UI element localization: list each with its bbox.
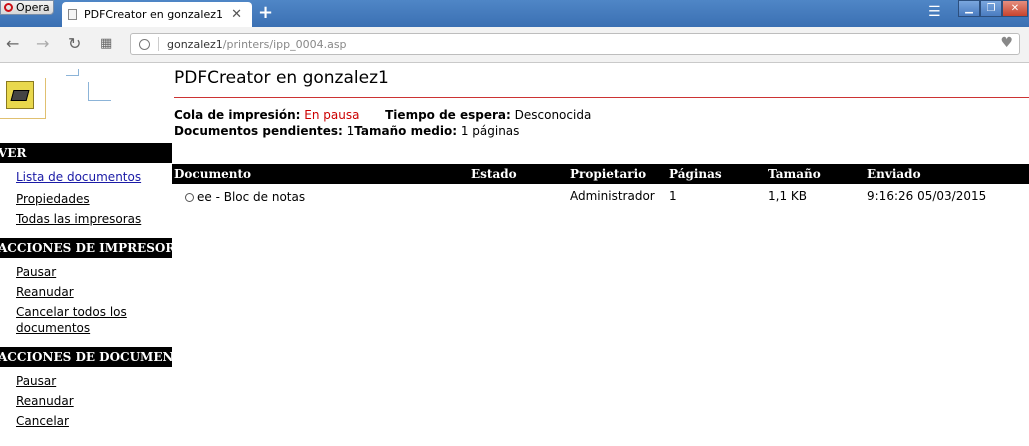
speed-dial-icon[interactable]: ▦ xyxy=(100,36,112,51)
avg-label: Tamaño medio: xyxy=(354,124,457,138)
sidebar: VER Lista de documentos Propiedades Toda… xyxy=(0,143,172,429)
opera-menu-label: Opera xyxy=(16,1,50,14)
column-sent: Enviado xyxy=(867,167,921,181)
sidebar-link-all-printers[interactable]: Todas las impresoras xyxy=(16,211,172,227)
sidebar-header-document-actions: ACCIONES DE DOCUMENTOS xyxy=(0,347,172,367)
column-owner: Propietario xyxy=(570,167,647,181)
address-separator xyxy=(158,37,159,51)
queue-status: En pausa xyxy=(304,108,360,122)
document-name: ee - Bloc de notas xyxy=(197,190,306,204)
sidebar-header-printer-actions: ACCIONES DE IMPRESORAS xyxy=(0,238,172,258)
pages-cell: 1 xyxy=(669,189,677,203)
document-select-radio[interactable] xyxy=(185,193,194,202)
sidebar-header-ver: VER xyxy=(0,143,172,163)
wait-label: Tiempo de espera: xyxy=(385,108,511,122)
forward-icon[interactable]: → xyxy=(36,34,49,53)
browser-tab[interactable]: PDFCreator en gonzalez1 ✕ xyxy=(62,2,252,27)
url-host: gonzalez1 xyxy=(167,37,223,51)
wait-value: Desconocida xyxy=(514,108,592,122)
pending-info: Documentos pendientes: 1Tamaño medio: 1 … xyxy=(174,124,519,138)
close-tab-icon[interactable]: ✕ xyxy=(231,7,242,22)
back-icon[interactable]: ← xyxy=(6,34,19,53)
url-path: /printers/ipp_0004.asp xyxy=(222,37,347,51)
queue-info: Cola de impresión: En pausa Tiempo de es… xyxy=(174,108,591,122)
opera-menu-button[interactable]: Opera xyxy=(0,0,54,15)
tab-menu-icon[interactable]: ☰ xyxy=(928,4,941,20)
sent-cell: 9:16:26 05/03/2015 xyxy=(867,189,987,203)
printer-logo xyxy=(0,68,120,119)
site-info-icon[interactable] xyxy=(139,38,150,50)
sidebar-link-document-list[interactable]: Lista de documentos xyxy=(16,169,172,185)
address-field[interactable]: gonzalez1/printers/ipp_0004.asp ♥ xyxy=(130,33,1020,55)
sidebar-link-properties[interactable]: Propiedades xyxy=(16,191,172,207)
sidebar-link-resume-document[interactable]: Reanudar xyxy=(16,393,172,409)
minimize-icon[interactable]: ▁ xyxy=(958,0,980,17)
column-document: Documento xyxy=(174,167,252,181)
restore-icon[interactable]: ❐ xyxy=(980,0,1002,17)
size-cell: 1,1 KB xyxy=(768,189,807,203)
column-pages: Páginas xyxy=(669,167,722,181)
column-size: Tamaño xyxy=(768,167,821,181)
table-row: ee - Bloc de notas Administrador 1 1,1 K… xyxy=(172,187,1029,207)
address-toolbar: ← → ↻ ▦ gonzalez1/printers/ipp_0004.asp … xyxy=(0,27,1029,63)
bookmark-heart-icon[interactable]: ♥ xyxy=(1000,35,1013,51)
window-controls: ▁ ❐ ✕ xyxy=(958,0,1028,17)
avg-value: 1 páginas xyxy=(460,124,520,138)
sidebar-link-resume-printer[interactable]: Reanudar xyxy=(16,284,172,300)
tab-title: PDFCreator en gonzalez1 xyxy=(84,8,223,21)
sidebar-link-pause-printer[interactable]: Pausar xyxy=(16,264,172,280)
sidebar-link-pause-document[interactable]: Pausar xyxy=(16,373,172,389)
queue-label: Cola de impresión: xyxy=(174,108,301,122)
sidebar-link-cancel-all-documents[interactable]: Cancelar todos los documentos xyxy=(16,304,136,336)
printer-icon xyxy=(6,81,34,109)
column-status: Estado xyxy=(471,167,517,181)
logo-decoration xyxy=(88,82,111,101)
reload-icon[interactable]: ↻ xyxy=(68,34,81,53)
close-window-icon[interactable]: ✕ xyxy=(1002,0,1028,17)
sidebar-link-cancel-document[interactable]: Cancelar xyxy=(16,413,172,429)
table-header: Documento Estado Propietario Páginas Tam… xyxy=(172,164,1029,184)
new-tab-icon[interactable]: + xyxy=(258,2,273,23)
opera-logo-icon xyxy=(4,3,13,12)
page-content: VER Lista de documentos Propiedades Toda… xyxy=(0,63,1029,446)
page-title: PDFCreator en gonzalez1 xyxy=(174,68,389,88)
pending-label: Documentos pendientes: xyxy=(174,124,343,138)
document-cell: ee - Bloc de notas xyxy=(185,190,305,204)
tab-bar: Opera PDFCreator en gonzalez1 ✕ + ☰ ▁ ❐ … xyxy=(0,0,1029,27)
title-divider xyxy=(174,97,1029,98)
owner-cell: Administrador xyxy=(570,189,655,203)
logo-decoration xyxy=(66,69,79,76)
page-icon xyxy=(68,9,77,20)
